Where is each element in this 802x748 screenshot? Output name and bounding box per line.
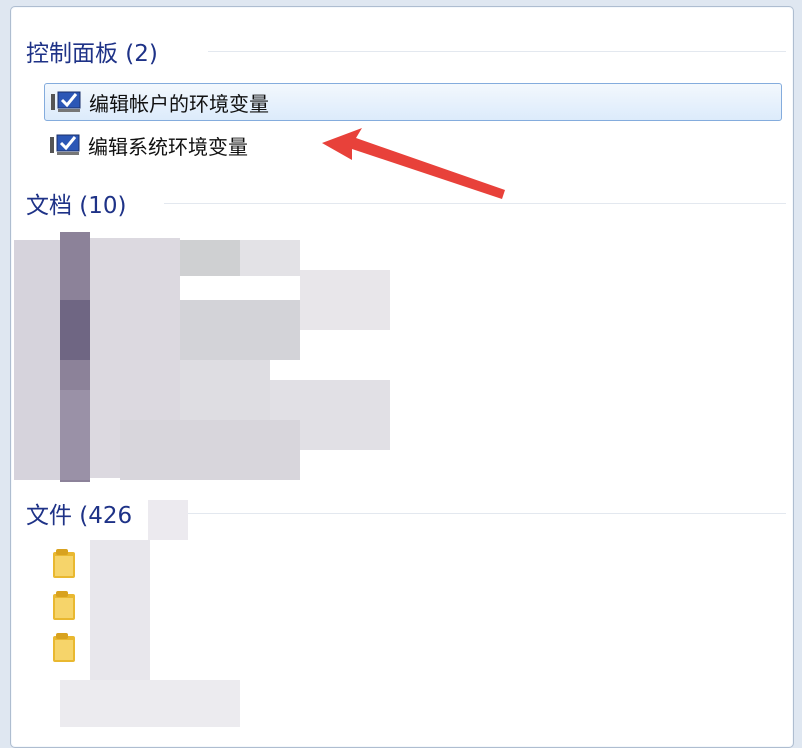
group-header-documents: 文档 (10) xyxy=(26,186,786,220)
folder-icon xyxy=(53,633,75,662)
group-title: 文档 (10) xyxy=(26,193,127,219)
divider xyxy=(164,203,786,204)
folder-icon xyxy=(53,591,75,620)
group-header-files: 文件 (426 xyxy=(26,496,786,530)
group-title: 文件 (426 xyxy=(26,503,133,529)
folder-icon xyxy=(53,549,75,578)
divider xyxy=(176,513,786,514)
